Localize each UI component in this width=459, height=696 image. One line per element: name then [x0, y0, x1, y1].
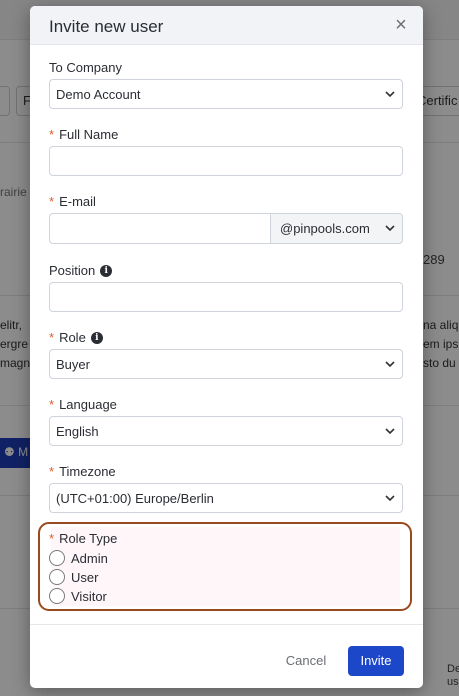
role-type-option-admin[interactable]: Admin: [49, 550, 108, 566]
full-name-input[interactable]: [49, 146, 403, 176]
role-select[interactable]: Buyer: [49, 349, 403, 379]
invite-user-modal: Invite new user × To Company Demo Accoun…: [30, 6, 423, 688]
role-type-label: * Role Type: [49, 531, 118, 546]
company-label: To Company: [49, 60, 122, 75]
required-marker: *: [49, 330, 55, 345]
invite-button[interactable]: Invite: [348, 646, 404, 676]
cancel-button[interactable]: Cancel: [278, 647, 334, 675]
role-label: * Role i: [49, 330, 103, 345]
required-marker: *: [49, 531, 55, 546]
modal-footer-divider: [30, 624, 423, 625]
language-label: * Language: [49, 397, 117, 412]
role-type-option-user[interactable]: User: [49, 569, 98, 585]
position-input[interactable]: [49, 282, 403, 312]
email-field-group: @pinpools.com: [49, 213, 403, 244]
modal-title: Invite new user: [49, 17, 164, 36]
email-label: * E-mail: [49, 194, 96, 209]
required-marker: *: [49, 464, 55, 479]
modal-header: Invite new user ×: [30, 6, 423, 45]
chevron-down-icon: [385, 428, 395, 435]
radio-button[interactable]: [49, 550, 65, 566]
radio-button[interactable]: [49, 588, 65, 604]
close-icon[interactable]: ×: [391, 15, 411, 35]
email-domain-select[interactable]: @pinpools.com: [270, 213, 403, 244]
company-select[interactable]: Demo Account: [49, 79, 403, 109]
language-select[interactable]: English: [49, 416, 403, 446]
required-marker: *: [49, 127, 55, 142]
role-select-value: Buyer: [56, 357, 90, 372]
required-marker: *: [49, 397, 55, 412]
timezone-select[interactable]: (UTC+01:00) Europe/Berlin: [49, 483, 403, 513]
chevron-down-icon: [385, 91, 395, 98]
chevron-down-icon: [385, 361, 395, 368]
info-icon[interactable]: i: [90, 331, 103, 344]
email-domain-value: @pinpools.com: [280, 221, 370, 236]
info-icon[interactable]: i: [100, 264, 113, 277]
radio-button[interactable]: [49, 569, 65, 585]
timezone-select-value: (UTC+01:00) Europe/Berlin: [56, 491, 214, 506]
role-type-option-visitor[interactable]: Visitor: [49, 588, 107, 604]
language-select-value: English: [56, 424, 99, 439]
position-label: Position i: [49, 263, 113, 278]
company-select-value: Demo Account: [56, 87, 141, 102]
chevron-down-icon: [385, 225, 395, 232]
timezone-label: * Timezone: [49, 464, 116, 479]
chevron-down-icon: [385, 495, 395, 502]
email-input[interactable]: [49, 213, 271, 244]
full-name-label: * Full Name: [49, 127, 119, 142]
required-marker: *: [49, 194, 55, 209]
